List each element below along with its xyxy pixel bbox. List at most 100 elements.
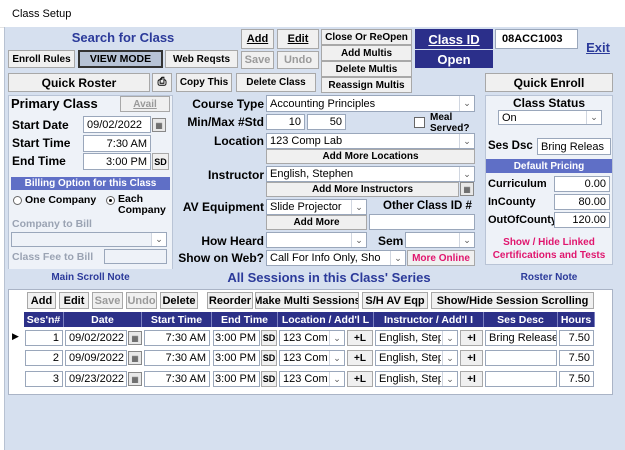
chevron-down-icon[interactable]: ⌄ <box>442 331 457 345</box>
session-location-combo[interactable]: 123 Comp⌄ <box>279 371 345 387</box>
session-hours-cell[interactable]: 7.50 <box>559 330 594 346</box>
meal-served-checkbox[interactable] <box>414 117 425 128</box>
reassign-multis-button[interactable]: Reassign Multis <box>321 77 412 93</box>
session-location-combo[interactable]: 123 Comp⌄ <box>279 350 345 366</box>
session-delete-button[interactable]: Delete <box>160 292 198 309</box>
outofcounty-field[interactable]: 120.00 <box>554 212 610 228</box>
show-hide-linked-button[interactable]: Show / Hide Linked Certifications and Te… <box>486 236 612 264</box>
close-reopen-button[interactable]: Close Or ReOpen <box>321 29 412 45</box>
session-hours-cell[interactable]: 7.50 <box>559 371 594 387</box>
chevron-down-icon[interactable]: ⌄ <box>390 251 405 265</box>
class-status-combo[interactable]: On ⌄ <box>498 110 602 125</box>
calendar-icon[interactable]: ▦ <box>128 331 142 345</box>
roster-note-button[interactable]: Roster Note <box>485 269 613 286</box>
max-students-field[interactable]: 50 <box>307 114 346 130</box>
chevron-down-icon[interactable]: ⌄ <box>459 233 474 247</box>
av-equipment-combo[interactable]: Slide Projector ⌄ <box>266 199 367 215</box>
exit-button[interactable]: Exit <box>581 40 615 58</box>
end-time-sd-button[interactable]: SD <box>152 153 169 170</box>
show-hide-session-scrolling-button[interactable]: Show/Hide Session Scrolling <box>431 292 594 309</box>
chevron-down-icon[interactable]: ⌄ <box>351 200 366 214</box>
session-date-cell[interactable]: 09/09/2022 <box>65 350 127 366</box>
start-date-calendar-icon[interactable]: ▦ <box>152 118 166 132</box>
chevron-down-icon[interactable]: ⌄ <box>329 372 344 386</box>
session-start-cell[interactable]: 7:30 AM <box>144 330 210 346</box>
quick-roster-button[interactable]: Quick Roster <box>8 73 150 92</box>
session-sd-button[interactable]: SD <box>261 350 277 366</box>
more-online-button[interactable]: More Online <box>407 250 475 266</box>
session-start-cell[interactable]: 7:30 AM <box>144 371 210 387</box>
session-date-cell[interactable]: 09/23/2022 <box>65 371 127 387</box>
chevron-down-icon[interactable]: ⌄ <box>151 233 166 246</box>
end-time-field[interactable]: 3:00 PM <box>83 153 151 170</box>
delete-class-button[interactable]: Delete Class <box>236 73 316 92</box>
chevron-down-icon[interactable]: ⌄ <box>329 331 344 345</box>
session-sd-button[interactable]: SD <box>261 330 277 346</box>
add-button[interactable]: Add <box>241 29 274 49</box>
session-add-button[interactable]: Add <box>27 292 56 309</box>
add-more-locations-button[interactable]: Add More Locations <box>266 149 475 164</box>
session-instructor-combo[interactable]: English, Steph⌄ <box>375 371 458 387</box>
avail-button[interactable]: Avail <box>120 96 170 112</box>
session-hours-cell[interactable]: 7.50 <box>559 350 594 366</box>
add-location-button[interactable]: +L <box>347 330 373 346</box>
session-end-cell[interactable]: 3:00 PM <box>213 371 260 387</box>
session-sd-button[interactable]: SD <box>261 371 277 387</box>
session-num-cell[interactable]: 3 <box>25 371 63 387</box>
chevron-down-icon[interactable]: ⌄ <box>459 96 474 111</box>
session-num-cell[interactable]: 1 <box>25 330 63 346</box>
add-more-instructors-button[interactable]: Add More Instructors <box>266 182 459 197</box>
start-date-field[interactable]: 09/02/2022 <box>83 116 151 133</box>
session-num-cell[interactable]: 2 <box>25 350 63 366</box>
location-combo[interactable]: 123 Comp Lab ⌄ <box>266 133 475 149</box>
make-multi-sessions-button[interactable]: Make Multi Sessions <box>255 292 359 309</box>
session-desc-cell[interactable]: Bring Release <box>485 330 557 346</box>
sh-av-eqp-button[interactable]: S/H AV Eqp <box>362 292 428 309</box>
search-for-class-label[interactable]: Search for Class <box>8 30 238 48</box>
session-start-cell[interactable]: 7:30 AM <box>144 350 210 366</box>
ses-dsc-field[interactable]: Bring Releas <box>537 138 611 155</box>
curriculum-field[interactable]: 0.00 <box>554 176 610 192</box>
add-instructor-button[interactable]: +I <box>460 350 483 366</box>
start-time-field[interactable]: 7:30 AM <box>83 135 151 152</box>
enroll-rules-button[interactable]: Enroll Rules <box>8 50 75 68</box>
calendar-icon[interactable]: ▦ <box>128 351 142 365</box>
main-scroll-note-button[interactable]: Main Scroll Note <box>8 269 173 286</box>
chevron-down-icon[interactable]: ⌄ <box>459 167 474 181</box>
each-company-radio[interactable] <box>106 196 115 205</box>
instructor-combo[interactable]: English, Stephen ⌄ <box>266 166 475 182</box>
session-save-button[interactable]: Save <box>92 292 123 309</box>
chevron-down-icon[interactable]: ⌄ <box>351 233 366 247</box>
session-instructor-combo[interactable]: English, Steph⌄ <box>375 350 458 366</box>
roster-print-icon[interactable]: ⎙ <box>152 73 172 92</box>
chevron-down-icon[interactable]: ⌄ <box>442 351 457 365</box>
course-type-combo[interactable]: Accounting Principles ⌄ <box>266 95 475 112</box>
delete-multis-button[interactable]: Delete Multis <box>321 61 412 77</box>
add-more-av-button[interactable]: Add More <box>266 215 367 230</box>
copy-this-button[interactable]: Copy This <box>176 73 232 92</box>
reorder-button[interactable]: Reorder <box>207 292 253 309</box>
web-requests-button[interactable]: Web Reqsts <box>165 50 238 68</box>
add-instructor-button[interactable]: +I <box>460 371 483 387</box>
session-end-cell[interactable]: 3:00 PM <box>213 330 260 346</box>
add-location-button[interactable]: +L <box>347 371 373 387</box>
session-location-combo[interactable]: 123 Comp⌄ <box>279 330 345 346</box>
instructor-grid-icon[interactable]: ▦ <box>460 182 474 196</box>
session-end-cell[interactable]: 3:00 PM <box>213 350 260 366</box>
add-location-button[interactable]: +L <box>347 350 373 366</box>
add-instructor-button[interactable]: +I <box>460 330 483 346</box>
session-instructor-combo[interactable]: English, Steph⌄ <box>375 330 458 346</box>
calendar-icon[interactable]: ▦ <box>128 372 142 386</box>
add-multis-button[interactable]: Add Multis <box>321 45 412 61</box>
show-on-web-combo[interactable]: Call For Info Only, Sho ⌄ <box>266 250 406 266</box>
class-id-field[interactable]: 08ACC1003 <box>495 29 578 49</box>
quick-enroll-button[interactable]: Quick Enroll <box>485 73 613 92</box>
chevron-down-icon[interactable]: ⌄ <box>329 351 344 365</box>
edit-button[interactable]: Edit <box>277 29 319 49</box>
session-undo-button[interactable]: Undo <box>126 292 157 309</box>
chevron-down-icon[interactable]: ⌄ <box>586 111 601 124</box>
sem-combo[interactable]: ⌄ <box>405 232 475 248</box>
save-button[interactable]: Save <box>241 51 274 69</box>
company-to-bill-combo[interactable]: ⌄ <box>11 232 167 247</box>
incounty-field[interactable]: 80.00 <box>554 194 610 210</box>
